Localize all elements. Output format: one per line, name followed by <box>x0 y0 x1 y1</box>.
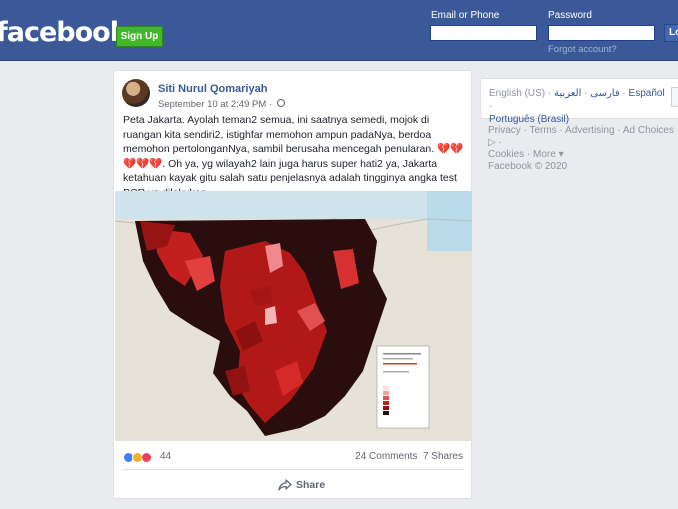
post-text-body: Peta Jakarta. Ayolah teman2 semua, ini s… <box>123 114 438 155</box>
email-label: Email or Phone <box>431 10 500 21</box>
footer-line-1[interactable]: Privacy · Terms · Advertising · Ad Choic… <box>488 125 678 149</box>
post-author[interactable]: Siti Nurul Qomariyah <box>158 83 267 95</box>
password-input[interactable] <box>548 25 655 41</box>
share-label: Share <box>296 479 326 491</box>
share-button[interactable]: Share <box>278 479 325 491</box>
footer-links: Privacy · Terms · Advertising · Ad Choic… <box>488 125 678 173</box>
forgot-account-link[interactable]: Forgot account? <box>548 44 617 55</box>
post-date[interactable]: September 10 at 2:49 PM <box>158 99 266 110</box>
copyright: Facebook © 2020 <box>488 161 568 172</box>
post-meta: September 10 at 2:49 PM · <box>158 99 285 110</box>
plus-icon[interactable] <box>671 87 678 107</box>
reaction-count[interactable]: 44 <box>160 451 171 462</box>
language-farsi[interactable]: فارسی <box>590 88 619 99</box>
language-portuguese[interactable]: Português (Brasil) <box>489 114 569 125</box>
email-input[interactable] <box>430 25 537 41</box>
post-text: Peta Jakarta. Ayolah teman2 semua, ini s… <box>123 113 467 200</box>
language-english: English (US) <box>489 88 546 99</box>
shares-link[interactable]: 7 Shares <box>423 451 463 462</box>
signup-button[interactable]: Sign Up <box>116 26 163 47</box>
reaction-icons[interactable] <box>123 449 152 467</box>
login-button[interactable]: Lo <box>664 24 678 42</box>
jakarta-map-image[interactable] <box>115 191 472 441</box>
love-reaction-icon <box>141 452 152 464</box>
share-icon <box>278 479 292 491</box>
footer-line-2[interactable]: Cookies · More ▾ <box>488 149 678 161</box>
avatar[interactable] <box>122 79 150 107</box>
facebook-logo[interactable]: facebook <box>0 17 128 48</box>
comments-link[interactable]: 24 Comments <box>355 451 417 462</box>
divider <box>123 469 464 470</box>
language-panel: English (US) · فارسی · العربية · Español… <box>480 78 678 125</box>
meta-separator: · <box>266 99 275 110</box>
language-list: English (US) · فارسی · العربية · Español… <box>489 88 665 125</box>
engagement-counts: 24 Comments 7 Shares <box>355 451 463 462</box>
post-card: Siti Nurul Qomariyah September 10 at 2:4… <box>113 70 472 499</box>
password-label: Password <box>548 10 592 21</box>
language-arabic[interactable]: العربية <box>554 88 581 99</box>
globe-icon <box>276 99 285 108</box>
language-spanish[interactable]: Español <box>629 88 665 99</box>
top-bar: facebook Sign Up Email or Phone Password… <box>0 0 678 61</box>
